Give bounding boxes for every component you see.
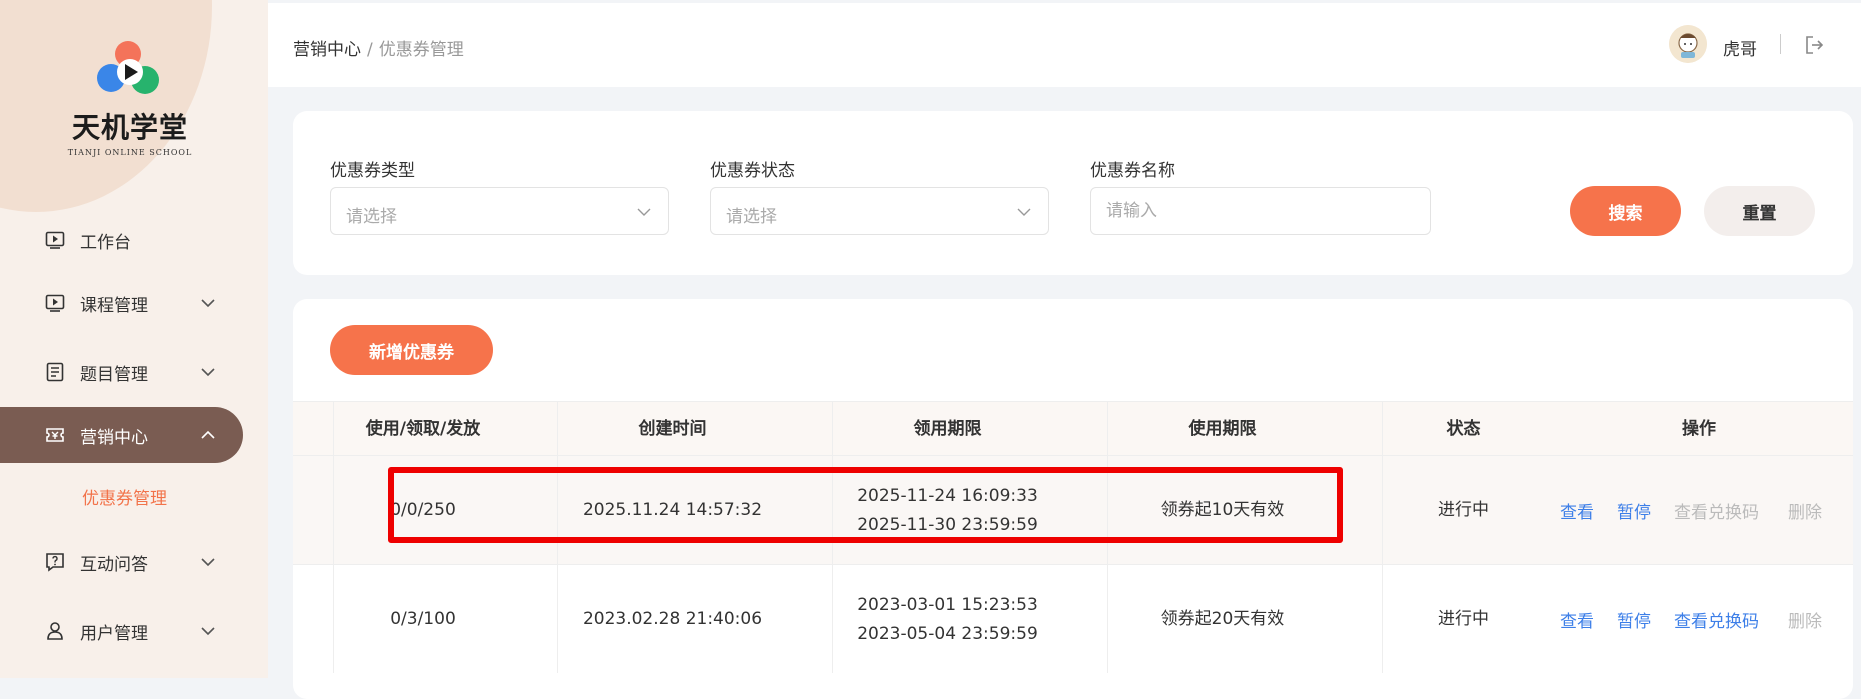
- sidebar-item-label: 题目管理: [80, 364, 148, 385]
- chevron-down-icon: [201, 368, 215, 377]
- select-placeholder: 请选择: [726, 207, 777, 227]
- coupon-name-input[interactable]: [1090, 187, 1431, 235]
- avatar[interactable]: [1669, 25, 1707, 63]
- filter-panel: 优惠券类型 请选择 优惠券状态 请选择 优惠券名称 搜索 重置: [293, 111, 1853, 275]
- view-codes-link[interactable]: 查看兑换码: [1674, 498, 1759, 523]
- delete-link[interactable]: 删除: [1788, 498, 1822, 523]
- counts-value: 0/3/100: [390, 609, 456, 629]
- sidebar-item-label: 工作台: [80, 232, 131, 253]
- sidebar-item-label: 互动问答: [80, 554, 148, 575]
- column-divider: [1382, 401, 1383, 673]
- sidebar: 天机学堂 TIANJI ONLINE SCHOOL 工作台 课程管理 题目管理: [0, 0, 268, 678]
- chevron-down-icon: [1017, 208, 1031, 216]
- breadcrumb-parent[interactable]: 营销中心: [293, 40, 361, 60]
- cell-counts: 0/3/100: [333, 565, 513, 674]
- breadcrumb-current: 优惠券管理: [378, 40, 464, 60]
- column-header-created: 创建时间: [638, 419, 707, 439]
- chevron-down-icon: [201, 558, 215, 567]
- cell-status: 进行中: [1382, 456, 1545, 565]
- cell-claim-period: 2023-03-01 15:23:53 2023-05-04 23:59:59: [832, 565, 1063, 674]
- claim-start: 2023-03-01 15:23:53: [857, 594, 1038, 615]
- question-chat-icon: [46, 553, 64, 572]
- pause-link[interactable]: 暂停: [1617, 498, 1651, 523]
- use-period-value: 领券起20天有效: [1160, 609, 1285, 629]
- coupon-type-select[interactable]: 请选择: [330, 187, 669, 235]
- header-divider: [1780, 34, 1781, 54]
- column-header-use-period: 使用期限: [1188, 419, 1257, 439]
- coupon-name-label: 优惠券名称: [1090, 161, 1175, 181]
- search-button[interactable]: 搜索: [1570, 186, 1681, 236]
- view-link[interactable]: 查看: [1560, 498, 1594, 523]
- brand-name: 天机学堂: [71, 111, 188, 144]
- sidebar-item-marketing[interactable]: 营销中心: [0, 407, 243, 463]
- reset-button[interactable]: 重置: [1704, 186, 1815, 236]
- column-divider: [333, 401, 334, 673]
- sidebar-item-qa[interactable]: 互动问答: [0, 534, 243, 590]
- sidebar-item-workbench[interactable]: 工作台: [0, 212, 243, 268]
- username[interactable]: 虎哥: [1723, 35, 1757, 60]
- user-icon: [47, 622, 63, 640]
- column-header-claim-period: 领用期限: [913, 419, 982, 439]
- table-header: 使用/领取/发放 创建时间 领用期限 使用期限 状态 操作: [293, 401, 1853, 456]
- view-codes-link[interactable]: 查看兑换码: [1674, 607, 1759, 632]
- breadcrumb: 营销中心 / 优惠券管理: [293, 35, 464, 60]
- delete-link[interactable]: 删除: [1788, 607, 1822, 632]
- column-header-counts: 使用/领取/发放: [365, 419, 481, 439]
- brand-subtitle: TIANJI ONLINE SCHOOL: [67, 148, 193, 157]
- cell-created: 2023.02.28 21:40:06: [557, 565, 788, 674]
- coupon-status-label: 优惠券状态: [710, 161, 795, 181]
- ticket-icon: [46, 428, 64, 442]
- add-coupon-button[interactable]: 新增优惠券: [330, 325, 493, 375]
- sidebar-item-label: 课程管理: [80, 295, 148, 316]
- pause-link[interactable]: 暂停: [1617, 607, 1651, 632]
- breadcrumb-separator: /: [367, 40, 373, 60]
- sidebar-subitem-coupon[interactable]: 优惠券管理: [82, 484, 167, 509]
- sidebar-item-users[interactable]: 用户管理: [0, 603, 243, 659]
- table-row: 0/3/100 2023.02.28 21:40:06 2023-03-01 1…: [293, 564, 1853, 674]
- sidebar-item-label: 用户管理: [80, 623, 148, 644]
- top-header: 营销中心 / 优惠券管理 虎哥: [268, 3, 1861, 87]
- status-value: 进行中: [1438, 500, 1489, 520]
- highlight-box: [388, 467, 1343, 543]
- chevron-down-icon: [201, 299, 215, 308]
- chevron-up-icon: [201, 430, 215, 439]
- play-square-icon: [45, 231, 65, 249]
- view-link[interactable]: 查看: [1560, 607, 1594, 632]
- logo-icon: [97, 41, 159, 94]
- logout-icon[interactable]: [1803, 34, 1825, 56]
- coupon-status-select[interactable]: 请选择: [710, 187, 1049, 235]
- claim-end: 2023-05-04 23:59:59: [857, 623, 1038, 644]
- chevron-down-icon: [201, 627, 215, 636]
- status-value: 进行中: [1438, 609, 1489, 629]
- play-square-icon: [45, 294, 65, 312]
- select-placeholder: 请选择: [346, 207, 397, 227]
- cell-status: 进行中: [1382, 565, 1545, 674]
- column-header-status: 状态: [1446, 419, 1481, 439]
- document-list-icon: [46, 362, 64, 382]
- sidebar-item-course[interactable]: 课程管理: [0, 275, 243, 331]
- chevron-down-icon: [637, 208, 651, 216]
- coupon-type-label: 优惠券类型: [330, 161, 415, 181]
- column-header-actions: 操作: [1682, 419, 1716, 439]
- cell-use-period: 领券起20天有效: [1107, 565, 1338, 674]
- sidebar-item-label: 营销中心: [80, 427, 148, 448]
- created-value: 2023.02.28 21:40:06: [582, 609, 763, 629]
- brand-logo: 天机学堂 TIANJI ONLINE SCHOOL: [60, 38, 200, 157]
- sidebar-item-questions[interactable]: 题目管理: [0, 344, 243, 400]
